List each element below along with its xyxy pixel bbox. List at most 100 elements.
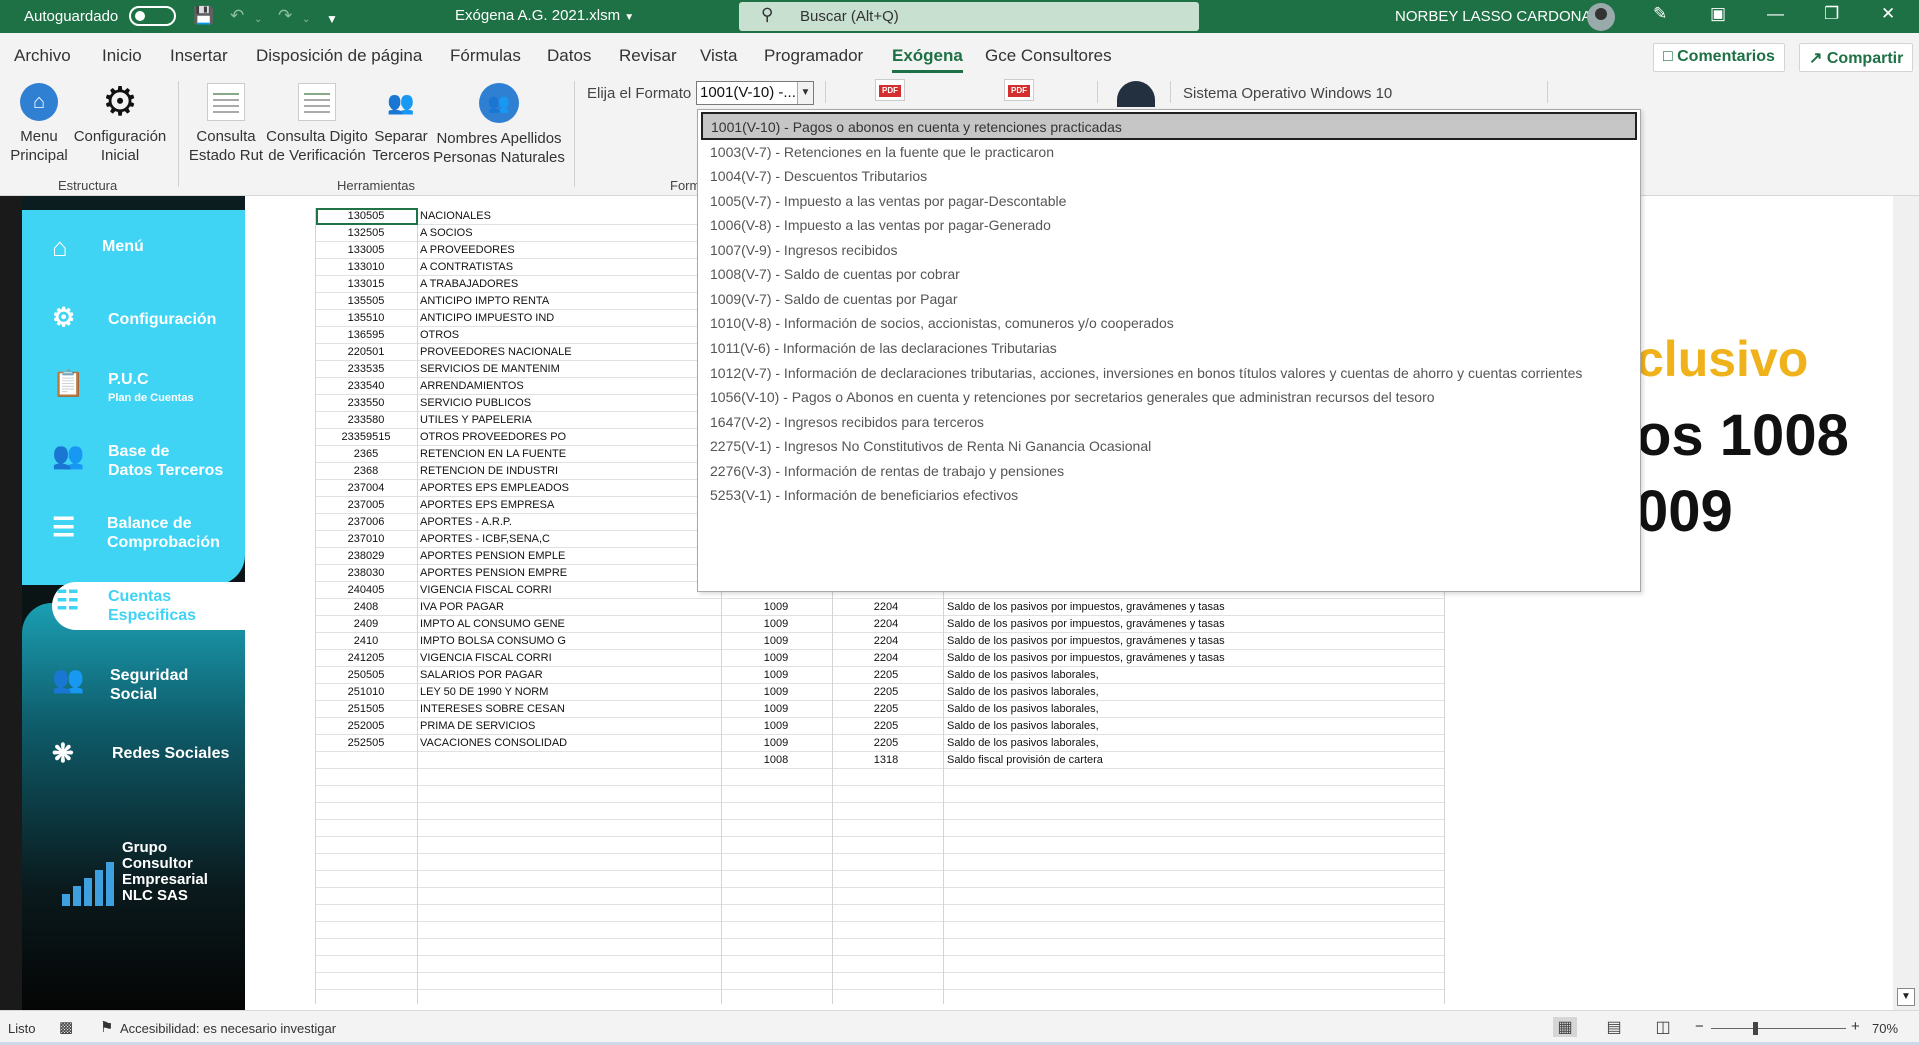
table-cell[interactable]: APORTES PENSION EMPRE: [420, 567, 567, 579]
tab-gce-consultores[interactable]: Gce Consultores: [985, 46, 1112, 66]
table-cell[interactable]: SERVICIOS DE MANTENIM: [420, 363, 560, 375]
table-cell[interactable]: ANTICIPO IMPTO RENTA: [420, 295, 549, 307]
table-row[interactable]: 2409 IMPTO AL CONSUMO GENE 1009 2204 Saldo d…: [316, 616, 1446, 633]
zoom-level[interactable]: 70%: [1872, 1021, 1898, 1036]
tab-exogena[interactable]: Exógena: [892, 46, 963, 73]
minimize-icon[interactable]: —: [1767, 4, 1784, 24]
table-cell[interactable]: 23359515: [316, 431, 416, 443]
nombres-apellidos-button[interactable]: 👥 Nombres Apellidos Personas Naturales: [432, 83, 566, 167]
format-dropdown-list[interactable]: 1001(V-10) - Pagos o abonos en cuenta y …: [697, 109, 1641, 592]
table-cell[interactable]: 2205: [831, 669, 941, 681]
tab-archivo[interactable]: Archivo: [14, 46, 71, 66]
table-cell[interactable]: UTILES Y PAPELERIA: [420, 414, 532, 426]
comments-button[interactable]: □ Comentarios: [1653, 43, 1785, 72]
table-cell[interactable]: LEY 50 DE 1990 Y NORM: [420, 686, 548, 698]
zoom-out-icon[interactable]: −: [1695, 1018, 1704, 1035]
table-row[interactable]: 241205 VIGENCIA FISCAL CORRI 1009 2204 Saldo…: [316, 650, 1446, 667]
tab-vista[interactable]: Vista: [700, 46, 738, 66]
table-cell[interactable]: 1009: [721, 720, 831, 732]
dropdown-option[interactable]: 5253(V-1) - Información de beneficiarios…: [701, 480, 1637, 508]
table-row[interactable]: 252505 VACACIONES CONSOLIDAD 1009 2205 Saldo…: [316, 735, 1446, 752]
table-cell[interactable]: Saldo de los pasivos laborales,: [947, 720, 1099, 732]
undo-icon[interactable]: ↶: [230, 6, 244, 26]
avatar[interactable]: [1587, 3, 1615, 31]
table-cell[interactable]: 2410: [316, 635, 416, 647]
table-cell[interactable]: 233580: [316, 414, 416, 426]
table-row[interactable]: 250505 SALARIOS POR PAGAR 1009 2205 Saldo de…: [316, 667, 1446, 684]
table-cell[interactable]: IMPTO BOLSA CONSUMO G: [420, 635, 566, 647]
table-cell[interactable]: Saldo de los pasivos por impuestos, grav…: [947, 635, 1225, 647]
table-cell[interactable]: 233540: [316, 380, 416, 392]
table-cell[interactable]: 220501: [316, 346, 416, 358]
autosave-toggle[interactable]: [129, 6, 176, 26]
table-cell[interactable]: 1009: [721, 635, 831, 647]
zoom-slider-thumb[interactable]: [1753, 1022, 1758, 1035]
table-cell[interactable]: SALARIOS POR PAGAR: [420, 669, 543, 681]
table-cell[interactable]: Saldo fiscal provisión de cartera: [947, 754, 1103, 766]
table-cell[interactable]: APORTES - ICBF,SENA,C: [420, 533, 550, 545]
chevron-down-icon[interactable]: ▼: [797, 82, 813, 104]
table-cell[interactable]: 136595: [316, 329, 416, 341]
ribbon-display-icon[interactable]: ▣: [1710, 4, 1726, 24]
table-cell[interactable]: Saldo de los pasivos laborales,: [947, 737, 1099, 749]
table-cell[interactable]: A CONTRATISTAS: [420, 261, 513, 273]
accessibility-status[interactable]: Accesibilidad: es necesario investigar: [120, 1021, 336, 1036]
table-row[interactable]: 252005 PRIMA DE SERVICIOS 1009 2205 Saldo de…: [316, 718, 1446, 735]
zoom-slider[interactable]: [1711, 1028, 1846, 1029]
undo-dropdown-icon[interactable]: ⌄: [254, 10, 262, 30]
redo-dropdown-icon[interactable]: ⌄: [302, 10, 310, 30]
table-cell[interactable]: OTROS: [420, 329, 459, 341]
table-cell[interactable]: 238029: [316, 550, 416, 562]
customize-toolbar-icon[interactable]: ▼: [326, 9, 338, 29]
user-name[interactable]: NORBEY LASSO CARDONA: [1395, 8, 1591, 25]
table-cell[interactable]: 2368: [316, 465, 416, 477]
tab-inicio[interactable]: Inicio: [102, 46, 142, 66]
save-icon[interactable]: 💾: [193, 6, 214, 26]
zoom-in-icon[interactable]: +: [1851, 1018, 1860, 1035]
table-cell[interactable]: A SOCIOS: [420, 227, 473, 239]
file-name[interactable]: Exógena A.G. 2021.xlsm ▼: [455, 7, 634, 24]
table-cell[interactable]: 133005: [316, 244, 416, 256]
table-cell[interactable]: 2365: [316, 448, 416, 460]
table-cell[interactable]: 133015: [316, 278, 416, 290]
table-cell[interactable]: 135505: [316, 295, 416, 307]
table-cell[interactable]: 237005: [316, 499, 416, 511]
config-inicial-button[interactable]: ⚙ Configuración Inicial: [70, 82, 170, 165]
table-cell[interactable]: Saldo de los pasivos por impuestos, grav…: [947, 618, 1225, 630]
table-cell[interactable]: Saldo de los pasivos laborales,: [947, 703, 1099, 715]
table-cell[interactable]: APORTES EPS EMPRESA: [420, 499, 554, 511]
tab-insertar[interactable]: Insertar: [170, 46, 228, 66]
table-cell[interactable]: A PROVEEDORES: [420, 244, 515, 256]
consulta-digito-button[interactable]: Consulta Digito de Verificación: [264, 83, 370, 165]
normal-view-icon[interactable]: ▦: [1553, 1017, 1577, 1037]
table-cell[interactable]: 1318: [831, 754, 941, 766]
tab-programador[interactable]: Programador: [764, 46, 863, 66]
table-cell[interactable]: 1009: [721, 652, 831, 664]
table-cell[interactable]: 132505: [316, 227, 416, 239]
tab-disposicion[interactable]: Disposición de página: [256, 46, 422, 66]
table-cell[interactable]: 1009: [721, 669, 831, 681]
share-button[interactable]: ↗ Compartir: [1799, 43, 1914, 72]
tab-formulas[interactable]: Fórmulas: [450, 46, 521, 66]
scroll-down-icon[interactable]: ▼: [1897, 988, 1915, 1006]
table-cell[interactable]: 237004: [316, 482, 416, 494]
table-cell[interactable]: 233535: [316, 363, 416, 375]
table-cell[interactable]: VACACIONES CONSOLIDAD: [420, 737, 567, 749]
table-cell[interactable]: 233550: [316, 397, 416, 409]
table-cell[interactable]: 1009: [721, 737, 831, 749]
table-cell[interactable]: Saldo de los pasivos por impuestos, grav…: [947, 601, 1225, 613]
table-cell[interactable]: PROVEEDORES NACIONALE: [420, 346, 572, 358]
page-break-view-icon[interactable]: ◫: [1651, 1017, 1675, 1037]
table-cell[interactable]: APORTES EPS EMPLEADOS: [420, 482, 569, 494]
active-cell[interactable]: [316, 208, 418, 225]
separar-terceros-button[interactable]: 👥 Separar Terceros: [372, 83, 430, 165]
table-cell[interactable]: 133010: [316, 261, 416, 273]
table-cell[interactable]: 237006: [316, 516, 416, 528]
table-cell[interactable]: Saldo de los pasivos por impuestos, grav…: [947, 652, 1225, 664]
table-cell[interactable]: APORTES PENSION EMPLE: [420, 550, 565, 562]
table-cell[interactable]: 1009: [721, 703, 831, 715]
pdf-icon[interactable]: [1004, 79, 1034, 101]
table-cell[interactable]: IVA POR PAGAR: [420, 601, 504, 613]
table-cell[interactable]: 1009: [721, 686, 831, 698]
table-row[interactable]: 251505 INTERESES SOBRE CESAN 1009 2205 Saldo…: [316, 701, 1446, 718]
